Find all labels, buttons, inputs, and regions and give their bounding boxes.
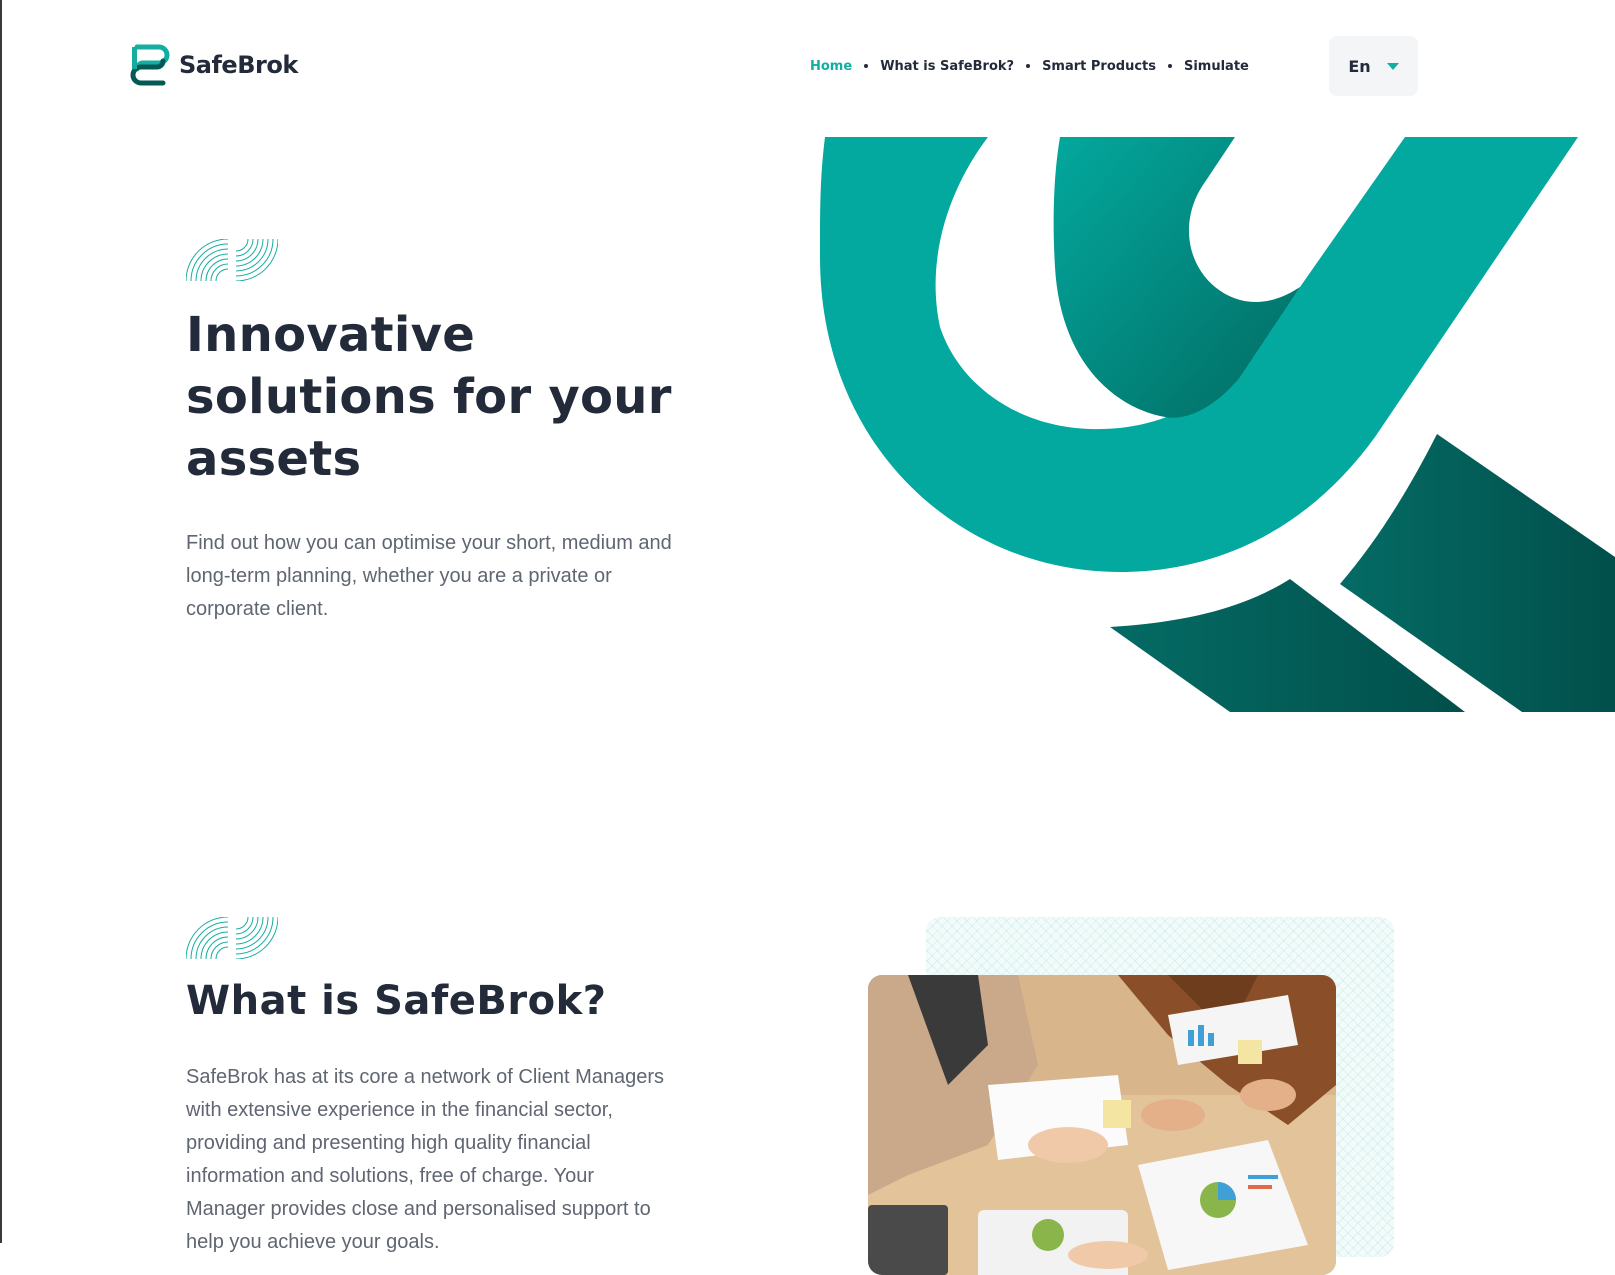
nav-separator [864, 64, 869, 68]
brand-name: SafeBrok [179, 51, 298, 79]
nav-item-simulate[interactable]: Simulate [1184, 59, 1249, 74]
nav-separator [1026, 64, 1031, 68]
language-label: En [1348, 56, 1371, 76]
window-edge [0, 0, 2, 1243]
nav-item-smart-products[interactable]: Smart Products [1042, 59, 1156, 74]
brand-logo[interactable]: SafeBrok [129, 43, 298, 87]
nav-item-what-is-safebrok[interactable]: What is SafeBrok? [880, 59, 1014, 74]
decorative-arcs-icon [186, 239, 278, 281]
meeting-illustration [868, 975, 1336, 1275]
nav-item-home[interactable]: Home [810, 59, 852, 74]
language-selector[interactable]: En [1329, 36, 1418, 96]
hero-brand-graphic [820, 137, 1615, 712]
team-meeting-photo [868, 975, 1336, 1275]
about-description: SafeBrok has at its core a network of Cl… [186, 1066, 665, 1253]
safebrok-logo-icon [130, 44, 170, 86]
nav-separator [1167, 64, 1172, 68]
hero-title: Innovative solutions for your assets [186, 307, 672, 487]
decorative-arcs-icon [186, 917, 278, 959]
about-title: What is SafeBrok? [186, 978, 607, 1024]
hero-description: Find out how you can optimise your short… [186, 532, 672, 620]
main-nav: Home What is SafeBrok? Smart Products Si… [810, 56, 1249, 76]
caret-down-icon [1386, 62, 1399, 70]
